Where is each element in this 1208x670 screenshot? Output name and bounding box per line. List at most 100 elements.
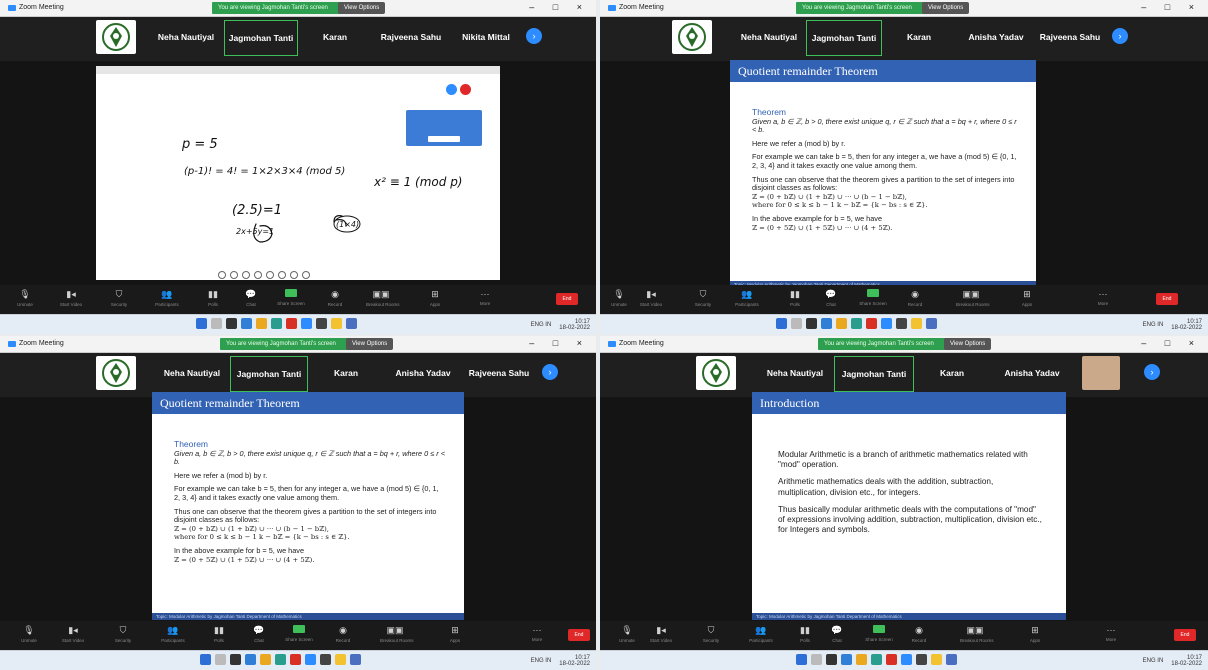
- app-icon[interactable]: [946, 654, 957, 665]
- security-button[interactable]: ⛉ Security: [104, 289, 134, 307]
- task-view-icon[interactable]: [826, 654, 837, 665]
- window-controls[interactable]: – □ ×: [529, 338, 590, 348]
- chat-button[interactable]: 💬 Chat: [236, 289, 266, 307]
- participant-tile[interactable]: Neha Nautiyal: [150, 20, 222, 54]
- breakout-rooms-button[interactable]: ▣▣ Breakout Rooms: [366, 289, 400, 307]
- polls-button[interactable]: ▮▮ Polls: [790, 625, 820, 643]
- app-icon[interactable]: [320, 654, 331, 665]
- participants-button[interactable]: 👥 Participants: [732, 289, 762, 307]
- record-button[interactable]: ◉ Record: [904, 625, 934, 643]
- edge-icon[interactable]: [271, 318, 282, 329]
- mute-button[interactable]: 🎙 Unmute: [14, 625, 44, 643]
- video-button[interactable]: ▮◂ Start Video: [56, 289, 86, 307]
- explorer-icon[interactable]: [821, 318, 832, 329]
- participant-tile[interactable]: Rajveena Sahu: [462, 356, 536, 390]
- more-button[interactable]: ··· More: [1088, 289, 1118, 306]
- next-participants-icon[interactable]: ›: [1112, 28, 1128, 44]
- language-indicator[interactable]: ENG IN: [531, 658, 552, 664]
- whiteboard-toolbar[interactable]: [218, 271, 378, 279]
- undo-icon[interactable]: [278, 271, 286, 279]
- participants-button[interactable]: 👥 Participants: [152, 289, 182, 307]
- participant-tile[interactable]: Karan: [308, 356, 384, 390]
- share-screen-button[interactable]: Share Screen: [276, 289, 306, 306]
- app-icon[interactable]: [931, 654, 942, 665]
- popup-ok-button[interactable]: [428, 136, 460, 142]
- record-button[interactable]: ◉ Record: [900, 289, 930, 307]
- apps-button[interactable]: ⊞ Apps: [420, 289, 450, 307]
- app-icon[interactable]: [346, 318, 357, 329]
- clock[interactable]: 10:17 18-02-2022: [1171, 319, 1202, 331]
- more-button[interactable]: ··· More: [470, 289, 500, 306]
- search-icon[interactable]: [791, 318, 802, 329]
- edge-icon[interactable]: [275, 654, 286, 665]
- chat-button[interactable]: 💬 Chat: [822, 625, 852, 643]
- zoom-app-icon[interactable]: [301, 318, 312, 329]
- view-options-button[interactable]: View Options: [346, 338, 394, 350]
- whiteboard-canvas[interactable]: p = 5 (p-1)! = 4! = 1×2×3×4 (mod 5) (2.5…: [96, 74, 500, 280]
- polls-button[interactable]: ▮▮ Polls: [198, 289, 228, 307]
- participant-tile[interactable]: Anisha Yadav: [992, 356, 1072, 390]
- record-button[interactable]: ◉ Record: [320, 289, 350, 307]
- app-icon[interactable]: [916, 654, 927, 665]
- next-participants-icon[interactable]: ›: [1144, 364, 1160, 380]
- task-view-icon[interactable]: [226, 318, 237, 329]
- app-icon[interactable]: [911, 318, 922, 329]
- video-button[interactable]: ▮◂ Start Video: [636, 289, 666, 307]
- more-button[interactable]: ··· More: [522, 625, 552, 642]
- participants-button[interactable]: 👥 Participants: [746, 625, 776, 643]
- more-button[interactable]: ··· More: [1096, 625, 1126, 642]
- participant-tile[interactable]: Rajveena Sahu: [1034, 20, 1106, 54]
- language-indicator[interactable]: ENG IN: [1143, 658, 1164, 664]
- security-button[interactable]: ⛉ Security: [696, 625, 726, 643]
- security-button[interactable]: ⛉ Security: [108, 625, 138, 643]
- breakout-rooms-button[interactable]: ▣▣ Breakout Rooms: [956, 289, 990, 307]
- end-meeting-button[interactable]: End: [556, 293, 578, 305]
- next-participants-icon[interactable]: ›: [526, 28, 542, 44]
- participants-button[interactable]: 👥 Participants: [158, 625, 188, 643]
- search-icon[interactable]: [215, 654, 226, 665]
- task-view-icon[interactable]: [806, 318, 817, 329]
- app-icon[interactable]: [926, 318, 937, 329]
- zoom-app-icon[interactable]: [881, 318, 892, 329]
- redo-icon[interactable]: [290, 271, 298, 279]
- participant-tile[interactable]: Anisha Yadav: [386, 356, 460, 390]
- mute-button[interactable]: 🎙 Unmute: [604, 289, 634, 307]
- start-icon[interactable]: [200, 654, 211, 665]
- explorer-icon[interactable]: [241, 318, 252, 329]
- clock[interactable]: 10:17 18-02-2022: [559, 655, 590, 667]
- window-controls[interactable]: – □ ×: [529, 2, 590, 12]
- security-button[interactable]: ⛉ Security: [688, 289, 718, 307]
- share-screen-button[interactable]: Share Screen: [284, 625, 314, 642]
- apps-button[interactable]: ⊞ Apps: [1020, 625, 1050, 643]
- view-options-button[interactable]: View Options: [338, 2, 386, 14]
- share-screen-button[interactable]: Share Screen: [858, 289, 888, 306]
- color-icon[interactable]: [266, 271, 274, 279]
- participant-tile[interactable]: Neha Nautiyal: [734, 20, 804, 54]
- folder-icon[interactable]: [856, 654, 867, 665]
- app-icon[interactable]: [350, 654, 361, 665]
- next-participants-icon[interactable]: ›: [542, 364, 558, 380]
- participant-tile[interactable]: Nikita Mittal: [450, 20, 522, 54]
- video-button[interactable]: ▮◂ Start Video: [58, 625, 88, 643]
- breakout-rooms-button[interactable]: ▣▣ Breakout Rooms: [380, 625, 414, 643]
- participant-tile-active[interactable]: Jagmohan Tanti: [806, 20, 882, 56]
- participant-tile[interactable]: Karan: [298, 20, 372, 54]
- video-button[interactable]: ▮◂ Start Video: [646, 625, 676, 643]
- task-view-icon[interactable]: [230, 654, 241, 665]
- view-options-button[interactable]: View Options: [922, 2, 970, 14]
- app-icon[interactable]: [331, 318, 342, 329]
- start-icon[interactable]: [796, 654, 807, 665]
- apps-button[interactable]: ⊞ Apps: [440, 625, 470, 643]
- chrome-icon[interactable]: [866, 318, 877, 329]
- participant-tile[interactable]: Anisha Yadav: [960, 20, 1032, 54]
- shape-icon[interactable]: [242, 271, 250, 279]
- participant-tile[interactable]: Neha Nautiyal: [758, 356, 832, 390]
- share-screen-button[interactable]: Share Screen: [864, 625, 894, 642]
- app-icon[interactable]: [335, 654, 346, 665]
- folder-icon[interactable]: [836, 318, 847, 329]
- folder-icon[interactable]: [256, 318, 267, 329]
- participant-tile-active[interactable]: Jagmohan Tanti: [834, 356, 914, 392]
- end-meeting-button[interactable]: End: [1156, 293, 1178, 305]
- pen-icon[interactable]: [218, 271, 226, 279]
- participant-tile-active[interactable]: Jagmohan Tanti: [230, 356, 308, 392]
